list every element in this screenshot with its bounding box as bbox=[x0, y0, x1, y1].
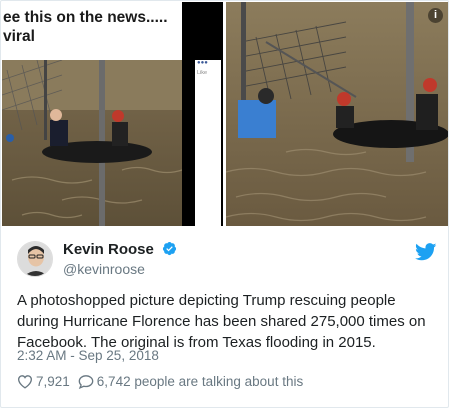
image-caption-line-1: ee this on the news..... bbox=[3, 9, 168, 26]
talking-count: 6,742 people are talking about this bbox=[96, 374, 304, 389]
photoshopped-image[interactable]: ee this on the news..... viral ●●● Like bbox=[2, 2, 223, 226]
avatar[interactable] bbox=[17, 241, 53, 277]
tweet-media[interactable]: ee this on the news..... viral ●●● Like … bbox=[2, 2, 448, 226]
info-icon[interactable]: i bbox=[428, 8, 443, 23]
speech-bubble-icon bbox=[78, 375, 94, 389]
like-action[interactable]: 7,921 bbox=[17, 374, 70, 389]
tweet-card[interactable]: ee this on the news..... viral ●●● Like … bbox=[0, 0, 449, 408]
heart-icon bbox=[17, 375, 33, 389]
author-handle[interactable]: @kevinroose bbox=[63, 261, 145, 277]
avatar-image bbox=[18, 242, 52, 276]
tweet-author[interactable]: Kevin Roose @kevinroose bbox=[17, 241, 437, 281]
facebook-snippet: ●●● Like bbox=[195, 60, 221, 226]
image-caption-line-2: viral bbox=[3, 28, 35, 45]
dark-panel: ●●● Like bbox=[182, 2, 223, 226]
tweet-text: A photoshopped picture depicting Trump r… bbox=[17, 292, 426, 351]
twitter-bird-icon[interactable] bbox=[415, 243, 437, 261]
tweet-timestamp[interactable]: 2:32 AM - Sep 25, 2018 bbox=[17, 348, 159, 363]
tweet-actions: 7,921 6,742 people are talking about thi… bbox=[17, 374, 311, 389]
author-name[interactable]: Kevin Roose bbox=[63, 241, 154, 258]
author-name-row[interactable]: Kevin Roose bbox=[63, 241, 177, 258]
reply-action[interactable]: 6,742 people are talking about this bbox=[78, 374, 303, 389]
flood-scene-right bbox=[226, 2, 448, 226]
like-count: 7,921 bbox=[36, 374, 70, 389]
flood-scene-left bbox=[2, 60, 195, 226]
verified-badge-icon bbox=[162, 241, 177, 256]
facebook-like-label: Like bbox=[197, 70, 208, 76]
facebook-reactions-icon: ●●● bbox=[197, 60, 208, 66]
original-image[interactable]: i bbox=[226, 2, 448, 226]
image-caption: ee this on the news..... viral bbox=[2, 2, 182, 54]
